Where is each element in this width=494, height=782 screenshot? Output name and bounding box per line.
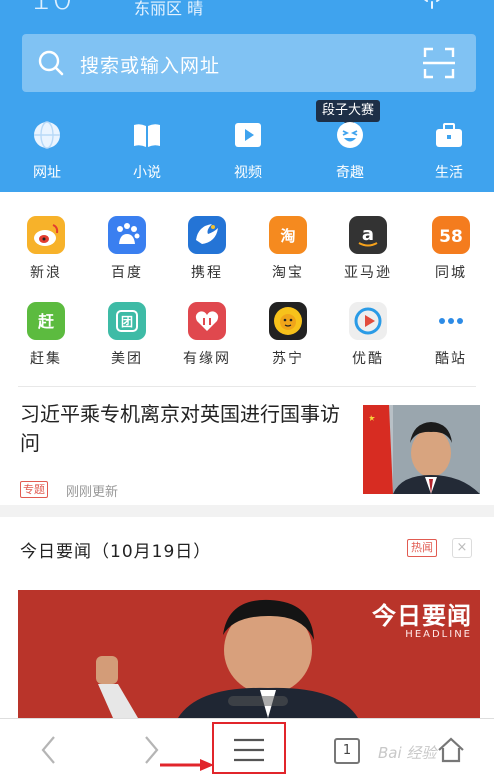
58-icon: 58	[432, 216, 470, 254]
search-bar[interactable]: 搜索或输入网址	[22, 34, 476, 92]
amazon-icon: a	[349, 216, 387, 254]
sun-icon	[424, 0, 440, 9]
play-icon	[235, 123, 261, 147]
search-icon	[38, 50, 64, 76]
back-icon[interactable]	[38, 734, 60, 766]
quick-link-label: 网址	[33, 165, 61, 181]
svg-text:a: a	[362, 224, 374, 245]
location-weather: 东丽区 晴	[134, 0, 204, 18]
header-panel: 10 东丽区 晴 搜索或输入网址 段子大赛	[0, 0, 494, 192]
quick-link-videos[interactable]: 视频	[218, 120, 278, 182]
quick-link-novels[interactable]: 小说	[117, 120, 177, 182]
hot-tag: 热闻	[407, 539, 437, 557]
watermark: Bai 经验	[378, 744, 437, 762]
app-meituan[interactable]: 团 美团	[95, 302, 159, 368]
quick-link-label: 生活	[435, 165, 463, 181]
smiley-icon	[337, 122, 363, 148]
app-label: 亚马逊	[344, 265, 392, 281]
app-baidu[interactable]: 百度	[95, 216, 159, 282]
quick-link-life[interactable]: 生活	[419, 120, 479, 182]
taobao-icon: 淘	[269, 216, 307, 254]
svg-text:团: 团	[121, 315, 133, 329]
app-label: 同城	[435, 265, 467, 281]
quick-link-label: 视频	[234, 165, 262, 181]
sina-icon	[27, 216, 65, 254]
tabs-button[interactable]: 1	[334, 738, 360, 764]
app-label: 苏宁	[272, 351, 304, 367]
app-taobao[interactable]: 淘 淘宝	[256, 216, 320, 282]
red-arrow-icon	[160, 759, 214, 771]
app-youyuan[interactable]: 有缘网	[175, 302, 239, 368]
app-label: 酷站	[435, 351, 467, 367]
news-thumbnail[interactable]	[363, 405, 480, 494]
app-youku[interactable]: 优酷	[336, 302, 400, 368]
app-suning[interactable]: 苏宁	[256, 302, 320, 368]
briefcase-icon	[436, 123, 462, 147]
app-label: 淘宝	[272, 265, 304, 281]
app-label: 新浪	[30, 265, 62, 281]
app-label: 美团	[111, 351, 143, 367]
app-ctrip[interactable]: 携程	[175, 216, 239, 282]
scan-icon[interactable]	[422, 46, 456, 80]
meituan-icon: 团	[108, 302, 146, 340]
globe-icon	[34, 121, 60, 149]
app-amazon[interactable]: a 亚马逊	[336, 216, 400, 282]
menu-icon[interactable]	[232, 736, 266, 764]
quick-link-label: 小说	[133, 165, 161, 181]
quick-link-label: 奇趣	[336, 165, 364, 181]
quick-link-fun[interactable]: 奇趣	[320, 120, 380, 182]
search-input[interactable]: 搜索或输入网址	[80, 51, 220, 78]
app-label: 赶集	[30, 351, 62, 367]
forward-icon[interactable]	[140, 734, 162, 766]
close-icon[interactable]: ×	[452, 538, 472, 558]
home-icon[interactable]	[436, 736, 466, 764]
book-icon	[134, 124, 160, 147]
svg-text:58: 58	[439, 227, 463, 247]
app-label: 携程	[191, 265, 223, 281]
svg-text:淘: 淘	[279, 227, 295, 245]
headline-badge: 今日要闻 HEADLINE	[372, 596, 472, 640]
section-gap	[0, 505, 494, 517]
more-icon	[432, 302, 470, 340]
divider	[18, 386, 476, 387]
app-sina[interactable]: 新浪	[14, 216, 78, 282]
baidu-icon	[108, 216, 146, 254]
temperature: 10	[30, 0, 73, 18]
suning-icon	[269, 302, 307, 340]
news-title[interactable]: 习近平乘专机离京对英国进行国事访问	[20, 400, 350, 458]
today-news-title[interactable]: 今日要闻（10月19日）	[20, 537, 211, 562]
app-more-sites[interactable]: 酷站	[419, 302, 483, 368]
weather-bar[interactable]: 10 东丽区 晴	[0, 0, 494, 18]
quick-link-websites[interactable]: 网址	[17, 120, 77, 182]
app-label: 优酷	[352, 351, 384, 367]
app-label: 百度	[111, 265, 143, 281]
news-time: 刚刚更新	[66, 485, 119, 500]
youyuan-icon	[188, 302, 226, 340]
headline-image[interactable]: 今日要闻 HEADLINE	[18, 590, 480, 718]
ganji-icon: 赶	[27, 302, 65, 340]
ctrip-icon	[188, 216, 226, 254]
app-ganji[interactable]: 赶 赶集	[14, 302, 78, 368]
app-58[interactable]: 58 同城	[419, 216, 483, 282]
headline-badge-title: 今日要闻	[372, 602, 472, 630]
app-label: 有缘网	[183, 351, 231, 367]
youku-icon	[349, 302, 387, 340]
tooltip-bubble: 段子大赛	[316, 100, 381, 127]
special-tag: 专题	[20, 481, 48, 498]
svg-text:赶: 赶	[37, 312, 55, 331]
